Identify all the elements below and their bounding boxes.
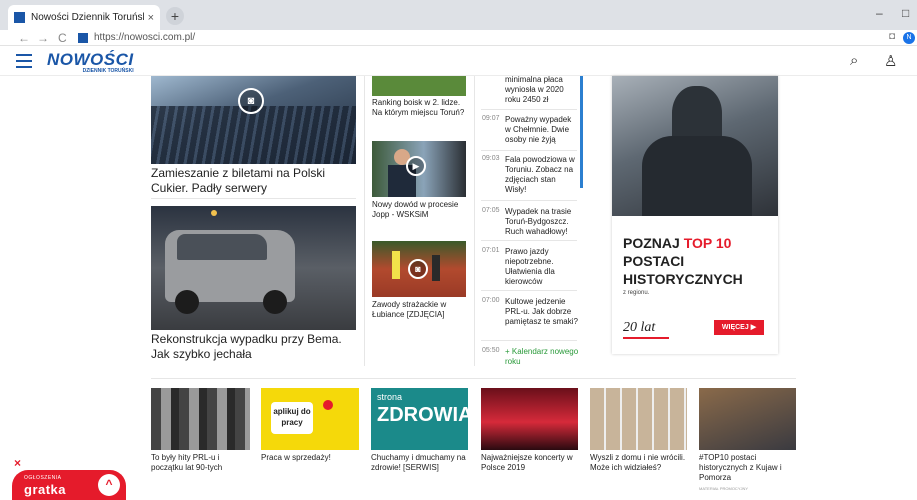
ad-logo-text: 20 lat [623,320,656,335]
feed-time: 07:05 [482,207,500,214]
feed-time: 07:00 [482,297,500,304]
ad-subtitle: z regionu. [623,290,650,296]
site-logo[interactable]: NOWOŚCI DZIENNIK TORUŃSKI [47,50,134,74]
article-title[interactable]: Zawody strażackie w Łubiance [ZDJĘCIA] [372,300,466,320]
article-title[interactable]: Nowy dowód w procesie Jopp - WSKSiM [372,200,466,220]
article-title[interactable]: Rekonstrukcja wypadku przy Bema. Jak szy… [151,332,356,362]
ad-title-red: TOP 10 [683,235,732,251]
feed-time: 05:50 [482,347,500,354]
camera-icon: ◙ [408,259,428,279]
article-title[interactable]: Chuchamy i dmuchamy na zdrowie! [SERWIS] [371,453,471,473]
new-tab-button[interactable]: + [166,7,184,25]
feed-item[interactable]: Poważny wypadek w Chełmnie. Dwie osoby n… [505,115,579,145]
camera-icon: ◙ [238,88,264,114]
article-image-firefighters[interactable]: ◙ [372,241,466,297]
address-bar: ← → C https://nowosci.com.pl/ ◘ N [0,30,917,46]
chevron-up-icon[interactable]: ^ [98,474,120,496]
gratka-widget[interactable]: OGŁOSZENIA gratka ^ [12,470,126,500]
reload-icon[interactable]: C [58,30,67,46]
feed-item[interactable]: Prawo jazdy niepotrzebne. Ułatwienia dla… [505,247,579,287]
feed-scrollbar[interactable] [580,76,583,188]
article-image-missing[interactable] [590,388,687,450]
feed-item[interactable]: Kultowe jedzenie PRL-u. Jak dobrze pamię… [505,297,579,327]
feed-time: 09:07 [482,115,500,122]
camera-icon[interactable]: ◘ [889,31,895,42]
article-image-car[interactable] [151,206,356,330]
promo-banner[interactable]: POZNAJ TOP 10 POSTACI HISTORYCZNYCH z re… [612,76,778,354]
ad-logo: 20 lat [623,320,669,339]
article-title[interactable]: Zamieszanie z biletami na Polski Cukier.… [151,166,351,196]
logo-text: NOWOŚCI [47,50,134,69]
promo-tag: MATERIAŁ PROMOCYJNY [699,486,749,491]
article-image-court[interactable]: ▶ [372,141,466,197]
more-button[interactable]: WIĘCEJ ▶ [714,320,764,335]
article-title[interactable]: Ranking boisk w 2. lidze. Na którym miej… [372,98,466,118]
feed-divider [481,340,577,341]
site-header: NOWOŚCI DZIENNIK TORUŃSKI ⌕ ♙ [0,46,917,76]
forward-icon[interactable]: → [37,30,49,46]
job-badge: aplikuj do pracy [271,402,313,434]
article-title[interactable]: Najważniejsze koncerty w Polsce 2019 [481,453,581,473]
menu-icon[interactable] [16,54,32,68]
feed-item[interactable]: Wypadek na trasie Toruń-Bydgoszcz. Ruch … [505,207,579,237]
article-title[interactable]: To były hity PRL-u i początku lat 90-tyc… [151,453,251,473]
promo-brand: gratka [24,482,67,497]
article-image-health[interactable]: strona ZDROWIA [371,388,468,450]
article-title[interactable]: #TOP10 postaci historycznych z Kujaw i P… [699,453,799,483]
health-small: strona [377,392,403,402]
article-image-job[interactable]: aplikuj do pracy [261,388,359,450]
statue-image [612,76,778,216]
article-image-stadium[interactable]: ◙ [151,76,356,164]
search-icon[interactable]: ⌕ [850,52,858,69]
feed-divider [481,150,577,151]
article-title[interactable]: Wyszli z domu i nie wrócili. Może ich wi… [590,453,690,473]
divider [151,378,796,379]
minimize-icon[interactable]: – [876,6,883,20]
feed-time: 09:03 [482,155,500,162]
divider [151,198,356,199]
ad-title-a: POZNAJ [623,235,684,251]
article-title[interactable]: Praca w sprzedaży! [261,453,361,463]
feed-time: 07:01 [482,247,500,254]
profile-avatar[interactable]: N [903,32,915,44]
back-icon[interactable]: ← [18,30,30,46]
tab-title: Nowości Dziennik Toruński - Dzie [31,12,144,23]
promo-label: OGŁOSZENIA [24,475,62,481]
tab-close-icon[interactable]: × [148,12,154,24]
column-divider [364,76,365,366]
url-field[interactable]: https://nowosci.com.pl/ [78,31,195,45]
url-favicon-icon [78,33,88,43]
article-image-pitch[interactable] [372,76,466,96]
ad-title-b: POSTACI HISTORYCZNYCH [623,253,743,287]
article-image-prl[interactable] [151,388,250,450]
article-image-top10[interactable] [699,388,796,450]
feed-item[interactable]: Fala powodziowa w Toruniu. Zobacz na zdj… [505,155,579,195]
feed-item[interactable]: minimalna płaca wyniosła w 2020 roku 245… [505,75,579,105]
maximize-icon[interactable]: □ [902,6,909,20]
feed-divider [481,240,577,241]
site-favicon-icon [14,12,25,23]
close-icon[interactable]: × [14,456,21,470]
url-text: https://nowosci.com.pl/ [94,32,196,43]
user-icon[interactable]: ♙ [884,52,897,70]
feed-divider [481,200,577,201]
feed-divider [481,290,577,291]
article-image-concert[interactable] [481,388,578,450]
column-divider [474,76,475,366]
feed-divider [481,109,577,110]
health-big: ZDROWIA [377,404,468,426]
ad-title: POZNAJ TOP 10 POSTACI HISTORYCZNYCH [623,234,773,288]
play-icon: ▶ [406,156,426,176]
browser-tab[interactable]: Nowości Dziennik Toruński - Dzie × [8,5,160,30]
browser-tab-bar: Nowości Dziennik Toruński - Dzie × + – □ [0,0,917,30]
feed-item[interactable]: + Kalendarz nowego roku [505,347,579,367]
